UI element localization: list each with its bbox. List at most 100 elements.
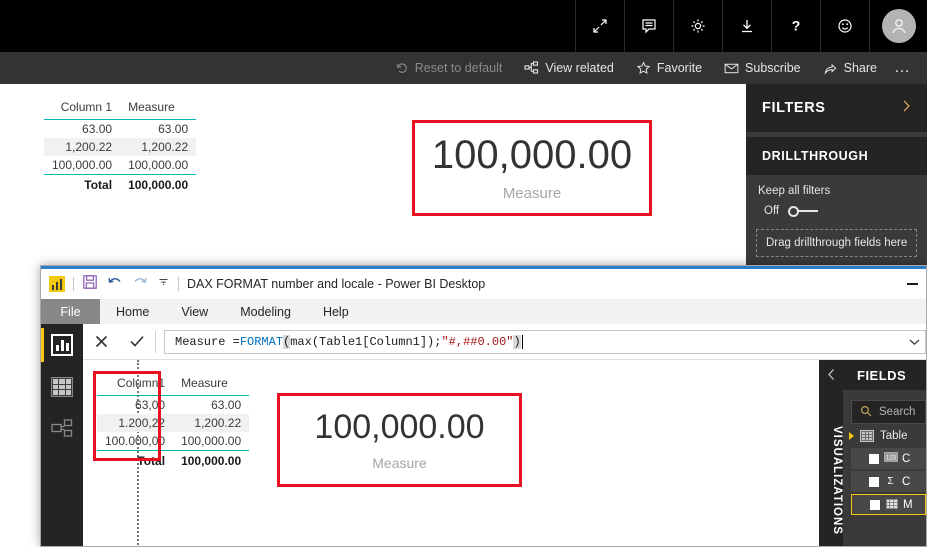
table-header-row: Column 1 Measure <box>44 98 197 120</box>
service-toolbar: Reset to default View related Favorite S… <box>0 52 927 84</box>
service-header: ? <box>0 0 927 52</box>
reset-to-default-button[interactable]: Reset to default <box>384 52 514 84</box>
download-icon[interactable] <box>722 0 771 52</box>
field-label: M <box>903 498 913 511</box>
formula-open-paren: ( <box>283 334 291 349</box>
pane-tab-strip: VISUALIZATIONS FILTE <box>803 360 843 546</box>
account-avatar-icon <box>881 9 916 43</box>
formula-prefix: Measure = <box>175 334 240 349</box>
avatar[interactable] <box>869 0 927 52</box>
abc123-icon: 123 <box>884 452 898 465</box>
card-label: Measure <box>502 184 562 202</box>
field-label: C <box>902 475 911 488</box>
search-input[interactable]: Search <box>851 400 926 424</box>
formula-close-paren: ) <box>513 334 521 349</box>
table-row[interactable]: 63.00 63.00 <box>44 120 196 139</box>
card-value: 100,000.00 <box>431 132 633 177</box>
model-view-glyph <box>51 419 73 437</box>
calculator-icon <box>885 499 898 510</box>
keep-all-filters-toggle[interactable] <box>788 205 819 217</box>
fields-table-name: Table <box>880 430 908 442</box>
desktop-right-panes: VISUALIZATIONS FILTE FIELDS Search Table… <box>803 360 926 546</box>
comment-icon[interactable] <box>624 0 673 52</box>
ribbon-tab-home[interactable]: Home <box>100 299 165 324</box>
model-view-icon[interactable] <box>41 408 83 450</box>
fullscreen-icon[interactable] <box>575 0 624 52</box>
help-icon[interactable]: ? <box>771 0 820 52</box>
fields-pane: FIELDS Search Table 123 C Σ C M <box>843 360 926 546</box>
column-header-measure[interactable]: Measure <box>120 98 197 120</box>
share-label: Share <box>843 60 877 75</box>
gear-icon[interactable] <box>673 0 722 52</box>
subscribe-label: Subscribe <box>745 60 801 75</box>
ribbon-tab-view[interactable]: View <box>165 299 224 324</box>
chevron-down-icon[interactable] <box>903 331 925 353</box>
undo-icon[interactable] <box>107 274 123 295</box>
dax-formula-input[interactable]: Measure = FORMAT(max(Table1[Column1]); "… <box>164 329 926 354</box>
desktop-body: Measure = FORMAT(max(Table1[Column1]); "… <box>41 324 926 546</box>
table-total-row: Total 100,000.00 <box>44 175 196 195</box>
customize-qat-icon[interactable] <box>157 275 170 293</box>
ribbon-tab-modeling[interactable]: Modeling <box>224 299 307 324</box>
field-checkbox[interactable] <box>869 476 879 487</box>
more-options-button[interactable]: … <box>888 59 921 77</box>
column-header-column1[interactable]: Column 1 <box>44 98 121 120</box>
view-related-button[interactable]: View related <box>513 52 625 84</box>
chevron-left-icon[interactable] <box>819 360 843 384</box>
column-header-measure[interactable]: Measure <box>173 374 250 396</box>
card-value: 100,000.00 <box>314 407 485 446</box>
tab-visualizations[interactable]: VISUALIZATIONS <box>831 426 843 535</box>
subscribe-button[interactable]: Subscribe <box>713 52 812 84</box>
cell-measure: 1,200.22 <box>120 138 197 156</box>
field-label: C <box>902 452 911 465</box>
search-placeholder: Search <box>879 406 916 418</box>
report-view-glyph <box>51 334 73 356</box>
data-view-icon[interactable] <box>41 366 83 408</box>
desktop-left-nav <box>41 324 83 546</box>
chevron-right-icon[interactable] <box>901 99 913 117</box>
pane-vertical-tabs: VISUALIZATIONS FILTE <box>803 390 843 546</box>
drillthrough-drop-zone[interactable]: Drag drillthrough fields here <box>756 229 917 257</box>
toggle-state-label: Off <box>764 205 780 217</box>
desktop-card-visual[interactable]: 100,000.00 Measure <box>277 393 522 487</box>
save-icon[interactable] <box>82 274 98 295</box>
cell-column1: 100,000.00 <box>44 156 121 175</box>
filters-pane-header[interactable]: FILTERS <box>746 84 927 132</box>
tab-filters[interactable]: FILTE <box>803 462 815 498</box>
report-view-icon[interactable] <box>41 324 83 366</box>
dax-formula-bar: Measure = FORMAT(max(Table1[Column1]); "… <box>83 324 926 360</box>
field-checkbox[interactable] <box>869 453 879 464</box>
table-row[interactable]: 1,200.22 1,200.22 <box>44 138 197 156</box>
cell-measure: 1,200.22 <box>173 414 250 432</box>
field-item-column-text[interactable]: 123 C <box>851 448 926 469</box>
service-card-visual[interactable]: 100,000.00 Measure <box>412 120 652 216</box>
keep-all-filters-label: Keep all filters <box>758 185 831 197</box>
cancel-x-icon[interactable] <box>83 333 119 350</box>
redo-icon[interactable] <box>132 274 148 295</box>
ribbon-tab-file[interactable]: File <box>41 299 100 324</box>
cell-measure: 100,000.00 <box>120 156 197 175</box>
expand-triangle-icon[interactable] <box>849 432 854 440</box>
fields-pane-title: FIELDS <box>843 360 926 390</box>
favorite-label: Favorite <box>656 60 703 75</box>
field-item-measure[interactable]: M <box>851 494 926 515</box>
field-item-column-sum[interactable]: Σ C <box>851 471 926 492</box>
cell-measure: 63.00 <box>158 122 189 136</box>
accept-check-icon[interactable] <box>119 333 155 350</box>
toggle-knob <box>788 205 800 217</box>
table-row[interactable]: 100,000.00 100,000.00 <box>44 156 197 175</box>
ribbon-tab-help[interactable]: Help <box>307 299 365 324</box>
share-button[interactable]: Share <box>812 52 888 84</box>
total-label: Total <box>84 178 113 192</box>
field-checkbox[interactable] <box>870 499 880 510</box>
service-matrix-visual[interactable]: Column 1 Measure 63.00 63.00 1,200.22 1,… <box>44 98 197 195</box>
keep-all-filters-toggle-row[interactable]: Off <box>756 203 917 229</box>
minimize-button[interactable] <box>907 283 918 285</box>
sigma-icon: Σ <box>887 476 894 487</box>
formula-separator <box>155 330 156 353</box>
favorite-button[interactable]: Favorite <box>625 52 713 84</box>
fields-table-node[interactable]: Table <box>843 424 926 446</box>
feedback-smiley-icon[interactable] <box>820 0 869 52</box>
data-view-glyph <box>51 377 73 397</box>
window-title-bar[interactable]: DAX FORMAT number and locale - Power BI … <box>41 269 926 299</box>
